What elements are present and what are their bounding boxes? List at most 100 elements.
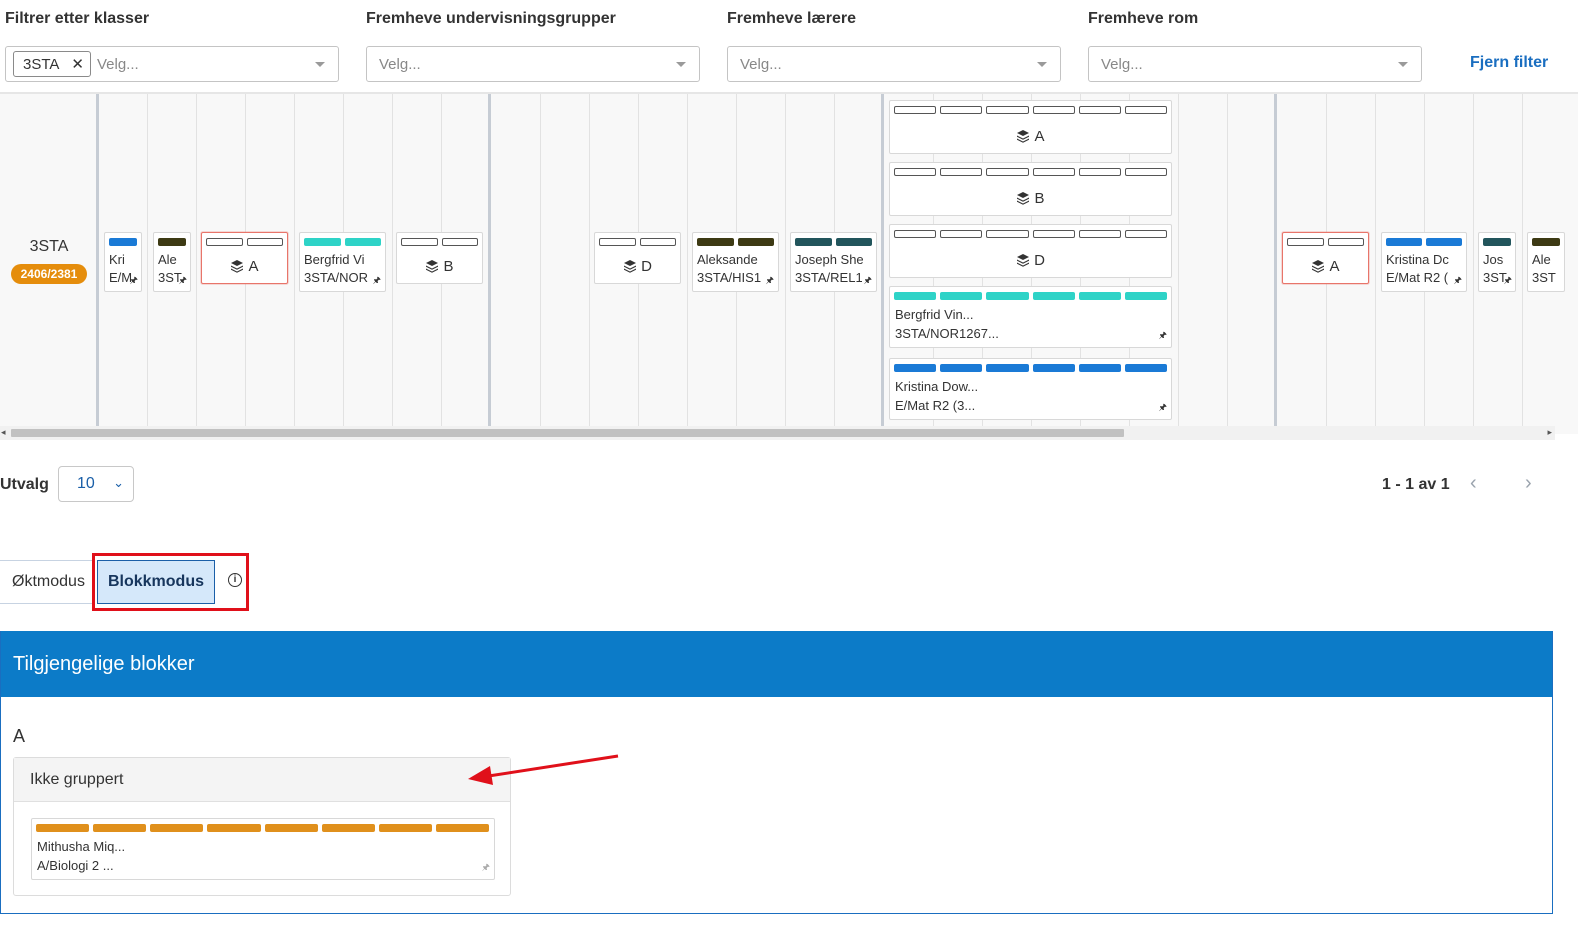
pin-icon: 🖈 <box>1503 275 1512 285</box>
page-size-select[interactable]: 10 ⌄ <box>58 466 134 502</box>
prev-page-icon[interactable]: ‹ <box>1470 472 1477 495</box>
card-teacher: Ale <box>1532 252 1551 267</box>
grid-line <box>1375 94 1376 434</box>
block-card[interactable]: B <box>889 162 1172 216</box>
lesson-card[interactable]: Aleksande 3STA/HIS1 🖈 <box>692 232 779 292</box>
block-card[interactable]: A <box>889 100 1172 154</box>
chevron-down-icon <box>1398 62 1408 67</box>
block-card[interactable]: B <box>396 232 483 284</box>
card-teacher: Ale <box>158 252 177 267</box>
lesson-card[interactable]: Ale 3ST 🖈 <box>153 232 191 292</box>
card-group: 3STA/REL1 <box>795 270 862 285</box>
card-group: 3STA/HIS1 <box>697 270 762 285</box>
chevron-down-icon: ⌄ <box>113 475 124 490</box>
lesson-card[interactable]: Kristina Dc E/Mat R2 ( 🖈 <box>1381 232 1467 292</box>
pin-icon: 🖈 <box>1158 330 1167 340</box>
lesson-card[interactable]: Jos 3ST 🖈 <box>1478 232 1516 292</box>
ungrouped-group: Ikke gruppert Mithusha Miq... A/Biologi … <box>13 757 511 896</box>
block-card[interactable]: D <box>594 232 681 284</box>
block-letter: D <box>1034 252 1045 269</box>
clear-filter-link[interactable]: Fjern filter <box>1470 54 1548 72</box>
chevron-down-icon <box>1037 62 1047 67</box>
chevron-down-icon <box>676 62 686 67</box>
block-letter: B <box>1034 190 1045 207</box>
scroll-left-icon[interactable]: ◂ <box>1 427 6 438</box>
card-teacher: Aleksande <box>697 252 758 267</box>
available-blocks-panel: Tilgjengelige blokker A Ikke gruppert Mi… <box>0 631 1553 914</box>
card-group: E/Mat R2 (3... <box>895 398 976 413</box>
panel-title: Tilgjengelige blokker <box>1 631 1552 697</box>
block-label: A <box>202 258 287 275</box>
highlight-rooms-label: Fremheve rom <box>1088 10 1199 27</box>
block-letter: A <box>248 258 259 275</box>
pin-icon: 🖈 <box>1158 402 1167 412</box>
next-page-icon[interactable]: › <box>1525 472 1532 495</box>
card-group: 3STA/NOR <box>304 270 369 285</box>
session-mode-button[interactable]: Øktmodus <box>0 560 94 604</box>
pin-icon: 🖈 <box>863 275 872 285</box>
grid-line <box>785 94 786 434</box>
highlight-groups-select[interactable]: Velg... <box>366 46 700 82</box>
card-teacher: Mithusha Miq... <box>37 839 126 854</box>
highlight-rooms-select[interactable]: Velg... <box>1088 46 1422 82</box>
scrollbar-thumb[interactable] <box>11 429 1124 437</box>
card-teacher: Jos <box>1483 252 1504 267</box>
scroll-right-icon[interactable]: ▸ <box>1547 427 1552 438</box>
card-teacher: Bergfrid Vi <box>304 252 365 267</box>
card-teacher: Joseph She <box>795 252 864 267</box>
group-title: Ikke gruppert <box>14 758 510 802</box>
pin-icon: 🖈 <box>481 862 490 872</box>
annotation-arrow-icon <box>468 754 619 785</box>
grid-line <box>687 94 688 434</box>
layers-icon <box>1312 260 1325 273</box>
highlight-groups-label: Fremheve undervisningsgrupper <box>366 10 616 27</box>
layers-icon <box>1017 192 1030 205</box>
lesson-card[interactable]: Mithusha Miq... A/Biologi 2 ... 🖈 <box>31 818 495 880</box>
filter-classes-select[interactable]: 3STA ✕ Velg... <box>5 46 339 82</box>
lesson-card[interactable]: Bergfrid Vi 3STA/NOR 🖈 <box>299 232 386 292</box>
filter-classes-label: Filtrer etter klasser <box>5 10 150 27</box>
card-teacher: Kristina Dc <box>1386 252 1449 267</box>
chevron-down-icon <box>315 62 325 67</box>
block-card[interactable]: A <box>1282 232 1369 284</box>
block-label: D <box>890 252 1171 269</box>
block-label: B <box>397 258 482 275</box>
grid-line <box>392 94 393 434</box>
block-card[interactable]: A <box>201 232 288 284</box>
highlight-teachers-label: Fremheve lærere <box>727 10 856 27</box>
lesson-card[interactable]: Joseph She 3STA/REL1 🖈 <box>790 232 877 292</box>
lesson-card[interactable]: Kri E/M 🖈 <box>104 232 142 292</box>
card-group: E/Mat R2 ( <box>1386 270 1449 285</box>
chip-remove-icon[interactable]: ✕ <box>71 55 84 73</box>
grid-line <box>294 94 295 434</box>
grid-line <box>1227 94 1228 434</box>
card-group: 3STA/NOR1267... <box>895 326 999 341</box>
horizontal-scrollbar[interactable]: ◂ ▸ <box>0 426 1555 440</box>
card-teacher: Bergfrid Vin... <box>895 307 974 322</box>
pin-icon: 🖈 <box>129 275 138 285</box>
block-label: B <box>890 190 1171 207</box>
day-divider <box>488 94 491 434</box>
grid-line <box>196 94 197 434</box>
page-size-value: 10 <box>77 475 95 492</box>
block-section-title: A <box>13 726 26 746</box>
grid-line <box>1178 94 1179 434</box>
schedule-grid[interactable]: 3STA 2406/2381 Kri E/M 🖈 Ale 3ST 🖈 A Ber… <box>0 92 1578 434</box>
card-teacher: Kristina Dow... <box>895 379 979 394</box>
highlight-teachers-placeholder: Velg... <box>740 55 782 73</box>
layers-icon <box>1017 254 1030 267</box>
page-range: 1 - 1 av 1 <box>1382 476 1450 493</box>
day-divider <box>1274 94 1277 434</box>
lesson-card[interactable]: Kristina Dow... E/Mat R2 (3... 🖈 <box>889 358 1172 420</box>
page-size-label: Utvalg <box>0 476 49 493</box>
info-icon[interactable]: i <box>228 573 242 587</box>
highlight-teachers-select[interactable]: Velg... <box>727 46 1061 82</box>
lesson-card[interactable]: Bergfrid Vin... 3STA/NOR1267... 🖈 <box>889 286 1172 348</box>
block-label: A <box>890 128 1171 145</box>
pin-icon: 🖈 <box>372 275 381 285</box>
day-divider <box>96 94 99 434</box>
grid-line <box>1473 94 1474 434</box>
block-letter: B <box>443 258 454 275</box>
block-card[interactable]: D <box>889 224 1172 278</box>
lesson-card[interactable]: Ale 3ST <box>1527 232 1565 292</box>
